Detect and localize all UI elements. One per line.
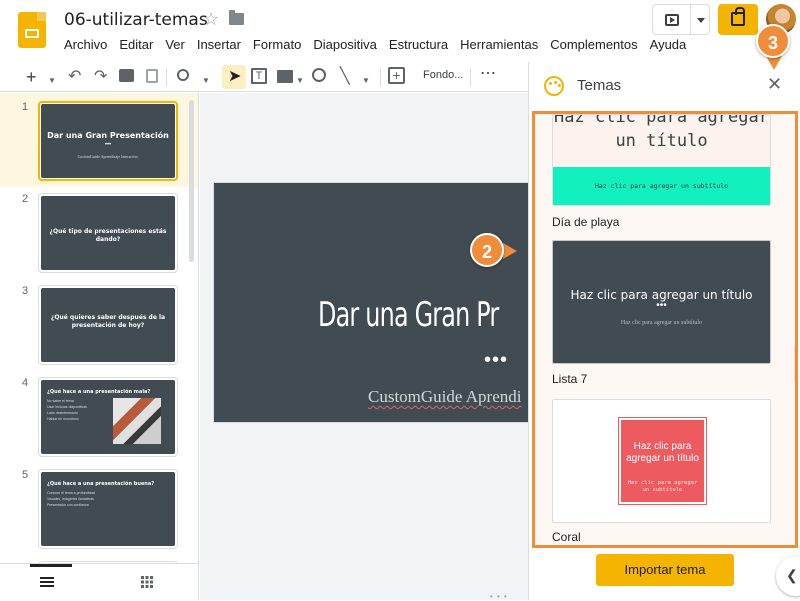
thumb-title: ¿Qué quieres saber después de la present…: [50, 314, 166, 329]
themes-list[interactable]: Haz clic para agregar un título Haz clic…: [532, 111, 798, 548]
add-comment-icon[interactable]: +: [388, 67, 405, 84]
slide-number: 4: [22, 377, 29, 389]
menu-editar[interactable]: Editar: [113, 37, 159, 52]
theme-preview-dots: •••: [656, 300, 667, 311]
theme-preview-title: Haz clic para agregar un título: [626, 441, 699, 464]
themes-scrollbar[interactable]: [794, 344, 795, 384]
slide-number: 3: [22, 285, 29, 297]
menu-complementos[interactable]: Complementos: [544, 37, 643, 52]
slide-thumbnail-2[interactable]: ¿Qué tipo de presentaciones estás dando?: [38, 193, 178, 273]
slide-number: 2: [22, 193, 29, 205]
filmstrip-view-switcher: [0, 563, 199, 600]
select-cursor-icon[interactable]: ➤: [228, 68, 241, 86]
current-slide[interactable]: Dar una Gran Pr ••• CustomGuide Aprendi: [213, 182, 543, 423]
lock-icon: [731, 7, 745, 26]
text-box-icon[interactable]: T: [251, 68, 267, 84]
import-theme-button[interactable]: Importar tema: [596, 554, 734, 586]
image-dropdown-icon[interactable]: ▼: [296, 72, 304, 90]
menu-herramientas[interactable]: Herramientas: [454, 37, 544, 52]
app-header: 06-utilizar-temas ☆ Archivo Editar Ver I…: [0, 0, 800, 60]
menu-diapositiva[interactable]: Diapositiva: [307, 37, 383, 52]
new-slide-dropdown-icon[interactable]: ▼: [48, 72, 56, 90]
paint-format-icon[interactable]: [146, 69, 158, 83]
line-icon[interactable]: ╲: [340, 68, 350, 86]
theme-preview-subtitle: Haz clic para agregar un subtítulo: [594, 182, 729, 190]
menu-bar: Archivo Editar Ver Insertar Formato Diap…: [58, 37, 692, 52]
thumb-title: ¿Qué tipo de presentaciones estás dando?: [49, 228, 167, 243]
slide-subtitle[interactable]: CustomGuide Aprendi: [368, 387, 521, 407]
undo-icon[interactable]: ↶: [68, 68, 81, 86]
grid-view-icon[interactable]: [141, 576, 153, 588]
present-icon: [665, 14, 679, 26]
collapse-panel-button[interactable]: ❮: [776, 556, 800, 596]
callout-step-2: 2: [470, 233, 504, 267]
theme-preview-subtitle: Haz clic para agregar un subtítulo: [620, 320, 703, 326]
line-dropdown-icon[interactable]: ▼: [362, 72, 370, 90]
slide-number: 5: [22, 469, 29, 481]
theme-preview-box: Haz clic para agregar un título Haz clic…: [618, 417, 707, 505]
theme-name: Lista 7: [552, 372, 588, 386]
filmstrip: 1 Dar una Gran Presentación ••• CustomGu…: [0, 93, 199, 569]
slide-title[interactable]: Dar una Gran Pr: [318, 295, 499, 335]
close-icon[interactable]: ✕: [767, 74, 782, 95]
filmstrip-view-icon[interactable]: [40, 577, 54, 587]
thumb-title: ¿Qué hace a una presentación mala?: [47, 389, 151, 395]
chevron-left-icon: ❮: [786, 567, 798, 583]
menu-archivo[interactable]: Archivo: [58, 37, 113, 52]
callout-2-pointer: [503, 243, 517, 259]
theme-name: Día de playa: [552, 215, 620, 229]
theme-lista-7[interactable]: Haz clic para agregar un título ••• Haz …: [552, 240, 771, 364]
themes-panel-title: Temas: [577, 77, 622, 94]
zoom-dropdown-icon[interactable]: ▼: [202, 72, 210, 90]
menu-estructura[interactable]: Estructura: [383, 37, 454, 52]
star-icon[interactable]: ☆: [203, 9, 219, 30]
toolbar: + ▼ ↶ ↷ ▼ ➤ T ▼ ╲ ▼ + Fondo... ⋯: [0, 62, 528, 92]
palette-icon: [544, 76, 564, 96]
theme-preview-title: Haz clic para agregar un título: [554, 114, 769, 151]
themes-panel: Temas ✕ Haz clic para agregar un título …: [528, 62, 800, 600]
folder-icon[interactable]: [229, 10, 244, 25]
slide-thumbnail-4[interactable]: ¿Qué hace a una presentación mala? No sa…: [38, 377, 178, 457]
more-options-icon[interactable]: ⋯: [480, 65, 496, 83]
slide-thumbnail-5[interactable]: ¿Qué hace a una presentación buena? Cono…: [38, 469, 178, 549]
toolbar-divider: [380, 68, 381, 86]
menu-insertar[interactable]: Insertar: [191, 37, 247, 52]
image-icon[interactable]: [277, 70, 293, 83]
redo-icon[interactable]: ↷: [94, 68, 107, 86]
toolbar-divider: [470, 68, 471, 86]
callout-3-pointer: [766, 56, 782, 70]
thumb-title: ¿Qué hace a una presentación buena?: [47, 481, 155, 487]
theme-beach-day[interactable]: Haz clic para agregar un título Haz clic…: [552, 114, 771, 206]
toolbar-divider: [166, 68, 167, 86]
theme-name: Coral: [552, 530, 581, 544]
thumb-title: Dar una Gran Presentación: [47, 131, 169, 140]
thumb-photo: [113, 398, 161, 444]
slide-number: 1: [22, 101, 29, 113]
slide-dots: •••: [484, 349, 509, 371]
slide-thumbnail-1[interactable]: Dar una Gran Presentación ••• CustomGuid…: [38, 101, 178, 181]
new-slide-icon[interactable]: +: [26, 68, 37, 86]
shape-icon[interactable]: [312, 68, 326, 82]
zoom-icon[interactable]: [177, 69, 189, 81]
print-icon[interactable]: [119, 69, 134, 82]
document-title[interactable]: 06-utilizar-temas: [64, 10, 208, 30]
callout-step-3: 3: [756, 24, 790, 58]
theme-coral[interactable]: Haz clic para agregar un título Haz clic…: [552, 399, 771, 523]
present-button[interactable]: [652, 4, 710, 35]
present-dropdown-icon[interactable]: [697, 18, 705, 23]
menu-ayuda[interactable]: Ayuda: [644, 37, 693, 52]
thumb-bullet: Presentador con confianza: [47, 503, 89, 507]
menu-ver[interactable]: Ver: [159, 37, 191, 52]
thumb-dots: •••: [104, 142, 112, 148]
active-view-indicator: [30, 564, 72, 567]
filmstrip-scrollbar[interactable]: [189, 100, 194, 262]
thumb-bullet: Hablar en monótono: [47, 417, 79, 421]
slide-thumbnail-3[interactable]: ¿Qué quieres saber después de la present…: [38, 285, 178, 365]
slides-logo-icon[interactable]: [18, 12, 46, 48]
menu-formato[interactable]: Formato: [247, 37, 307, 52]
thumb-subtitle: CustomGuide Aprendizaje Interactivo: [77, 154, 139, 159]
background-button[interactable]: Fondo...: [423, 69, 463, 81]
theme-preview-subtitle: Haz clic para agregar un subtítulo: [627, 480, 698, 493]
share-button[interactable]: [718, 4, 758, 35]
